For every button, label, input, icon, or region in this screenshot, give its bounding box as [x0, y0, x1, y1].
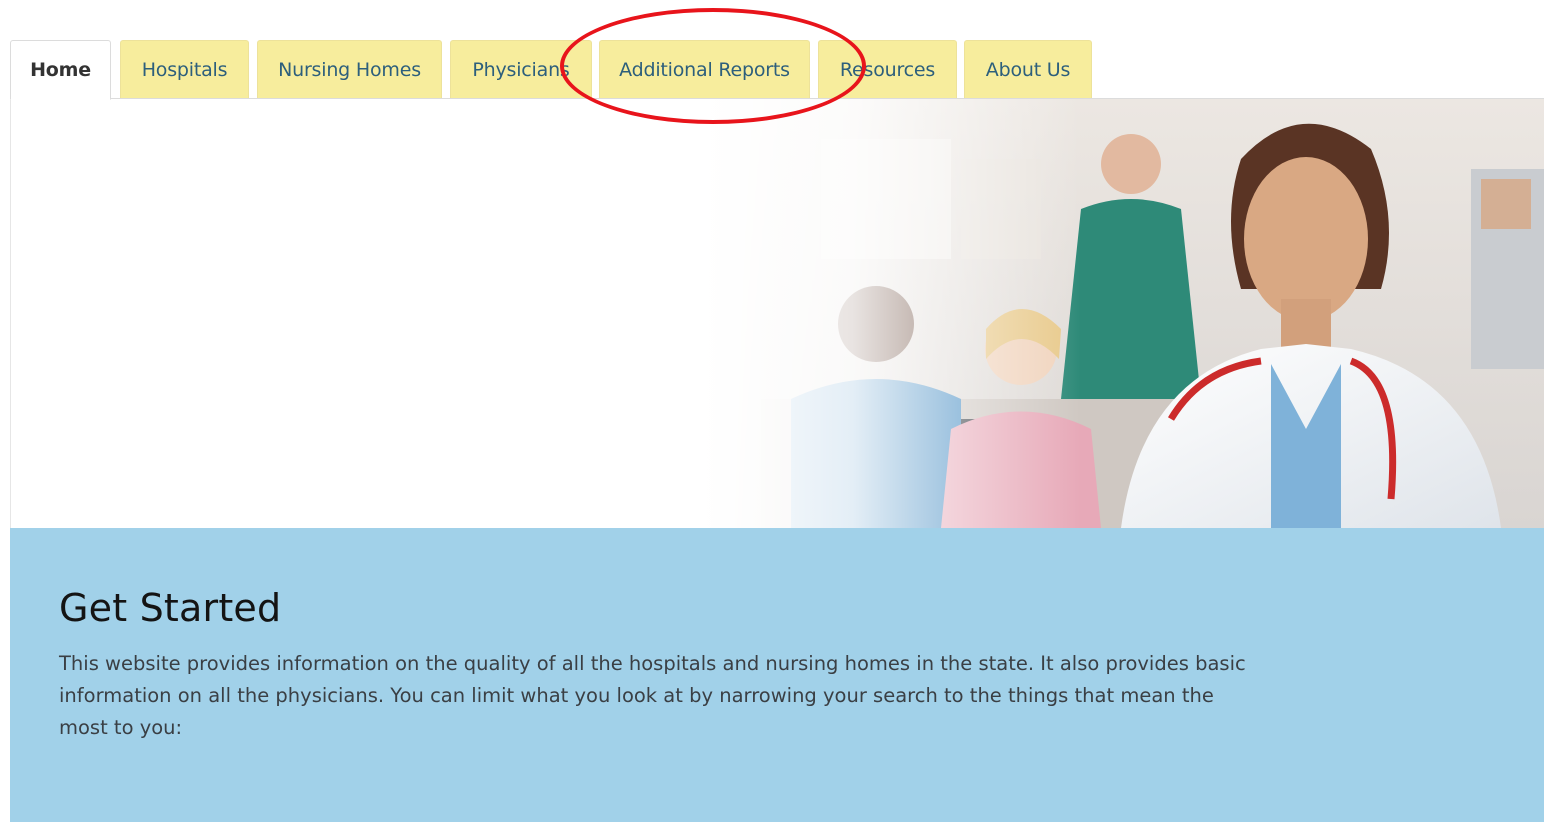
tab-additional-reports[interactable]: Additional Reports	[599, 40, 810, 99]
tab-resources-label: Resources	[839, 59, 936, 81]
tab-hospitals[interactable]: Hospitals	[120, 40, 249, 99]
get-started-description: This website provides information on the…	[59, 652, 1246, 739]
get-started-panel: Get Started This website provides inform…	[10, 528, 1544, 822]
medical-staff-photo	[701, 99, 1544, 528]
tab-about-us-label: About Us	[985, 59, 1071, 81]
tab-home[interactable]: Home	[10, 40, 111, 100]
tab-physicians[interactable]: Physicians	[450, 40, 592, 99]
tab-hospitals-label: Hospitals	[141, 59, 228, 81]
tab-nursing-homes-label: Nursing Homes	[278, 59, 421, 81]
tab-additional-reports-label: Additional Reports	[619, 59, 790, 81]
tab-about-us[interactable]: About Us	[964, 40, 1092, 99]
get-started-title: Get Started	[59, 586, 282, 630]
tab-home-label: Home	[30, 59, 91, 81]
hero-banner	[10, 99, 1544, 528]
tab-nursing-homes[interactable]: Nursing Homes	[257, 40, 442, 99]
tab-physicians-label: Physicians	[472, 59, 570, 81]
main-tab-bar: Home Hospitals Nursing Homes Physicians …	[10, 39, 1544, 100]
tab-resources[interactable]: Resources	[818, 40, 957, 99]
page: Home Hospitals Nursing Homes Physicians …	[0, 0, 1544, 822]
